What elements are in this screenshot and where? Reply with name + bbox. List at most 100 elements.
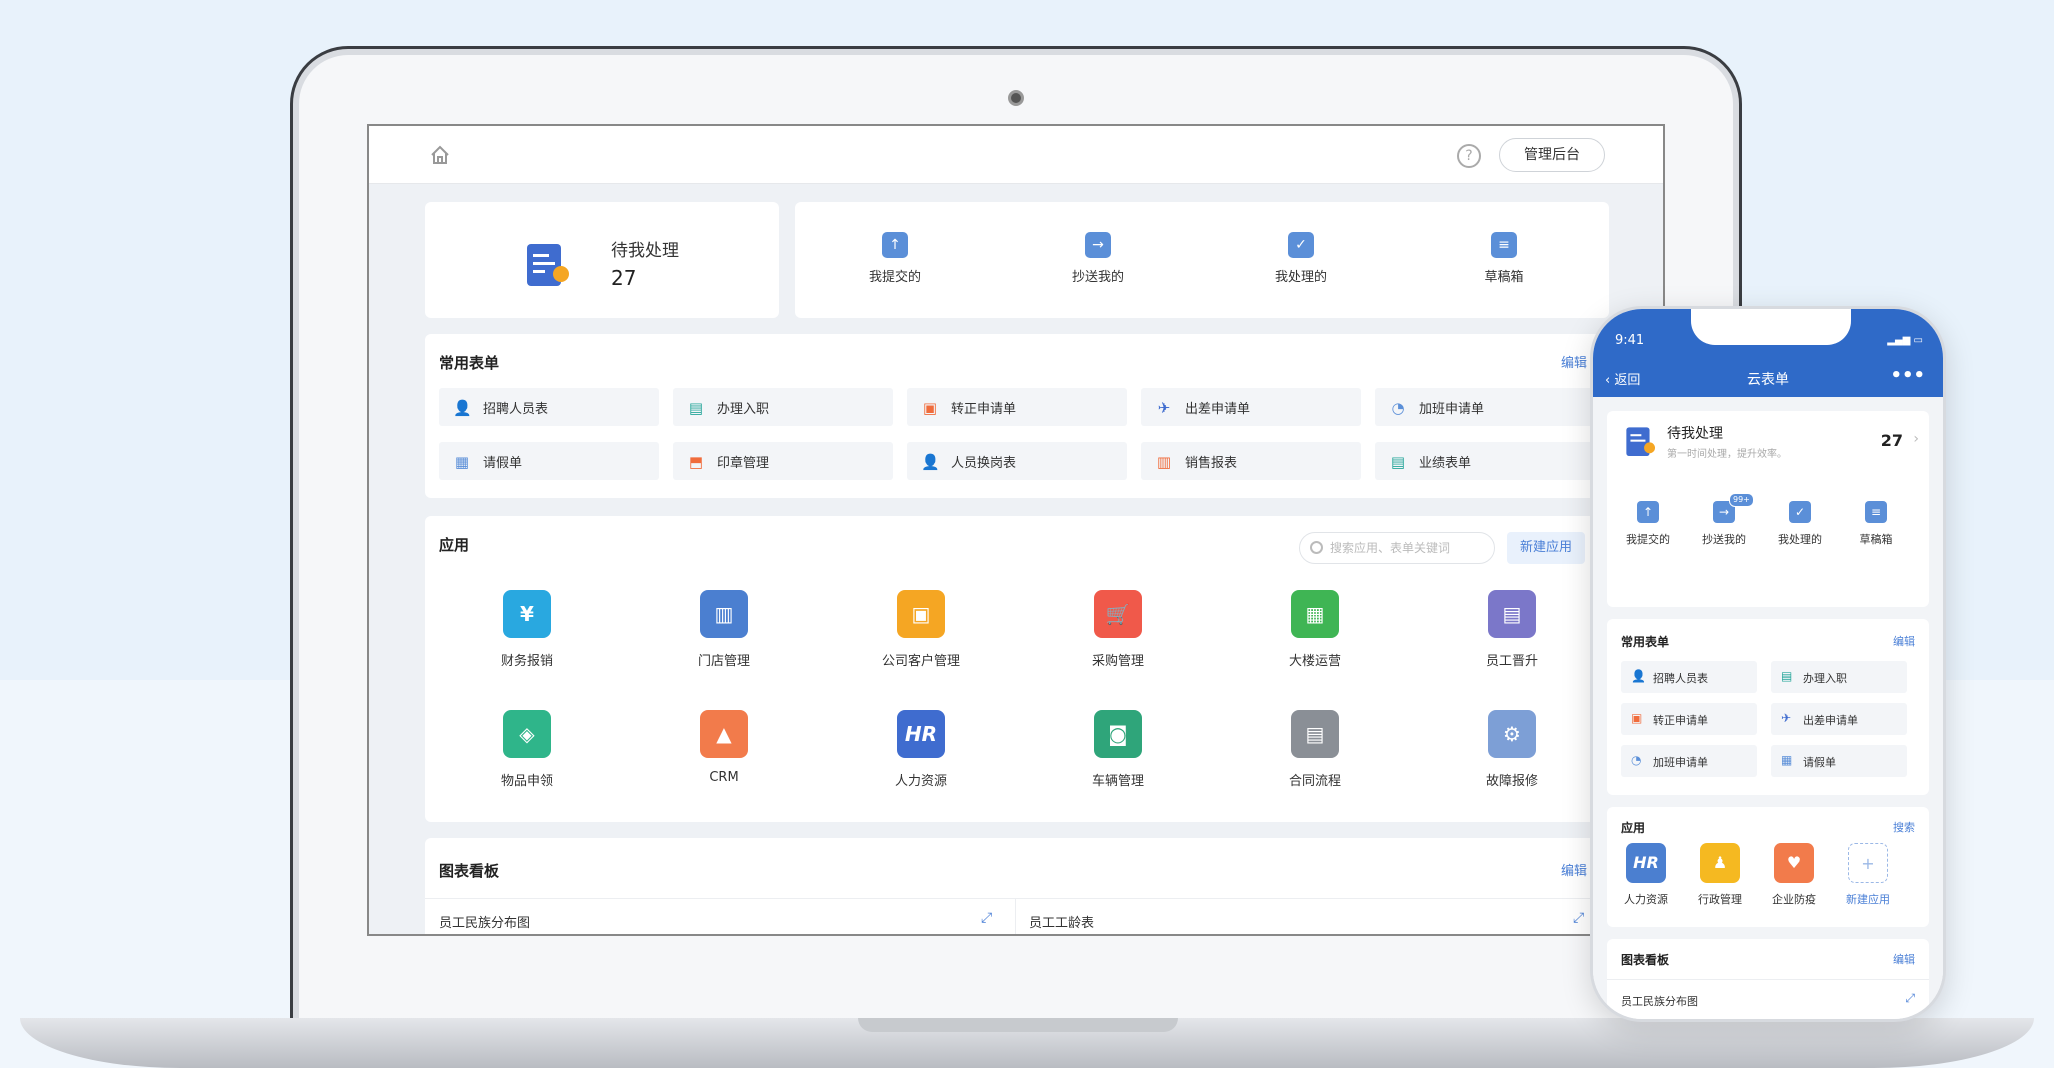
stamp-icon: ⬒: [688, 453, 704, 471]
section-title: 应用: [439, 536, 470, 554]
draft-icon: ≡: [1865, 501, 1887, 523]
app-label: 故障报修: [1485, 774, 1538, 789]
form-item[interactable]: ✈ 出差申请单: [1141, 388, 1361, 426]
app-tile[interactable]: ◈ 物品申领: [467, 710, 587, 789]
admin-console-button[interactable]: 管理后台: [1499, 138, 1605, 172]
new-app-tile[interactable]: + 新建应用: [1833, 843, 1903, 907]
phone-dashboard-edit-link[interactable]: 编辑: [1893, 951, 1915, 967]
expand-icon[interactable]: ⤢: [1573, 910, 1584, 926]
common-forms-card: 常用表单 编辑 👤 招聘人员表 ▤ 办理入职 ▣ 转正申请单 ✈ 出差申请单 ◔ 加班申请…: [425, 334, 1609, 498]
onboard-icon: ▤: [688, 399, 704, 417]
phone-apps-search-link[interactable]: 搜索: [1893, 819, 1915, 835]
phone-pending-row[interactable]: 待我处理 第一时间处理，提升效率。 27 ›: [1607, 411, 1929, 473]
app-search-input[interactable]: 搜索应用、表单关键词: [1299, 532, 1495, 564]
form-item[interactable]: ◔ 加班申请单: [1621, 745, 1757, 777]
admin-person-icon: ♟: [1700, 843, 1740, 883]
form-item[interactable]: ▦ 请假单: [1771, 745, 1907, 777]
quick-label: 我提交的: [1626, 533, 1670, 546]
pending-card[interactable]: 待我处理 27: [425, 202, 779, 318]
repair-gear-icon: ⚙: [1488, 710, 1536, 758]
pie-icon: ◔: [1631, 753, 1642, 767]
form-label: 办理入职: [717, 402, 770, 417]
form-item[interactable]: ▤ 办理入职: [1771, 661, 1907, 693]
pending-title: 待我处理: [611, 241, 679, 261]
laptop-camera: [1008, 90, 1024, 106]
plane-icon: ✈: [1781, 711, 1792, 725]
phone-time: 9:41: [1615, 333, 1645, 348]
phone-forms-edit-link[interactable]: 编辑: [1893, 633, 1915, 649]
hr-icon: HR: [897, 710, 945, 758]
search-placeholder: 搜索应用、表单关键词: [1330, 541, 1451, 555]
app-label: 新建应用: [1846, 893, 1890, 906]
panel-title: 员工工龄表: [1029, 916, 1095, 931]
section-title: 常用表单: [439, 354, 500, 372]
form-item[interactable]: ⬒ 印章管理: [673, 442, 893, 480]
pending-task-icon: [527, 244, 569, 286]
app-tile[interactable]: ▲ CRM: [664, 710, 784, 785]
building-icon: ▦: [1291, 590, 1339, 638]
form-item[interactable]: ▣ 转正申请单: [907, 388, 1127, 426]
draft-icon: ≡: [1491, 232, 1517, 258]
form-item[interactable]: 👤 招聘人员表: [1621, 661, 1757, 693]
form-item[interactable]: ▥ 销售报表: [1141, 442, 1361, 480]
briefcase-icon: ▣: [1631, 711, 1643, 725]
form-item[interactable]: ▤ 办理入职: [673, 388, 893, 426]
more-icon[interactable]: •••: [1890, 365, 1925, 386]
app-tile[interactable]: ▤ 合同流程: [1255, 710, 1375, 789]
app-label: 行政管理: [1698, 893, 1742, 906]
expand-icon[interactable]: ⤢: [1905, 991, 1915, 1006]
form-item[interactable]: 👤 人员换岗表: [907, 442, 1127, 480]
app-tile[interactable]: HR 人力资源: [1611, 843, 1681, 907]
briefcase-icon: ▣: [922, 399, 938, 417]
top-bar: ? 管理后台: [369, 126, 1663, 184]
app-label: 车辆管理: [1091, 774, 1144, 789]
form-item[interactable]: ◔ 加班申请单: [1375, 388, 1595, 426]
quick-drafts[interactable]: ≡ 草稿箱: [1434, 232, 1574, 285]
quick-cc-me[interactable]: → 抄送我的: [1028, 232, 1168, 285]
app-tile[interactable]: ◙ 车辆管理: [1058, 710, 1178, 789]
app-tile[interactable]: ♥ 企业防疫: [1759, 843, 1829, 907]
app-tile[interactable]: 🛒 采购管理: [1058, 590, 1178, 669]
form-item[interactable]: ▦ 请假单: [439, 442, 659, 480]
quick-handled[interactable]: ✓ 我处理的: [1231, 232, 1371, 285]
quick-label: 我处理的: [1778, 533, 1822, 546]
phone-quick-cc-me[interactable]: → 99+ 抄送我的: [1687, 493, 1761, 547]
expand-icon[interactable]: ⤢: [981, 910, 992, 926]
app-tile[interactable]: ♟ 行政管理: [1685, 843, 1755, 907]
phone-quick-submitted[interactable]: ↑ 我提交的: [1611, 501, 1685, 547]
form-label: 出差申请单: [1803, 714, 1858, 727]
phone-apps-card: 应用 搜索 HR 人力资源 ♟ 行政管理 ♥ 企业防疫 + 新建应用: [1607, 807, 1929, 927]
phone-quick-drafts[interactable]: ≡ 草稿箱: [1839, 501, 1913, 547]
section-title: 图表看板: [1621, 953, 1670, 967]
hr-icon: HR: [1626, 843, 1666, 883]
form-item[interactable]: ✈ 出差申请单: [1771, 703, 1907, 735]
form-label: 转正申请单: [1653, 714, 1708, 727]
quick-label: 我处理的: [1274, 270, 1327, 285]
form-label: 办理入职: [1803, 672, 1847, 685]
app-tile[interactable]: HR 人力资源: [861, 710, 981, 789]
home-icon[interactable]: [429, 144, 451, 166]
crm-chart-icon: ▲: [700, 710, 748, 758]
phone-quick-handled[interactable]: ✓ 我处理的: [1763, 501, 1837, 547]
app-tile[interactable]: ▤ 员工晋升: [1452, 590, 1572, 669]
quick-submitted[interactable]: ↑ 我提交的: [825, 232, 965, 285]
check-glyph: ✓: [1794, 505, 1806, 519]
form-item[interactable]: ▤ 业绩表单: [1375, 442, 1595, 480]
app-tile[interactable]: ▥ 门店管理: [664, 590, 784, 669]
app-tile[interactable]: ▦ 大楼运营: [1255, 590, 1375, 669]
new-app-button[interactable]: 新建应用: [1507, 532, 1585, 564]
check-icon: ✓: [1288, 232, 1314, 258]
form-item[interactable]: 👤 招聘人员表: [439, 388, 659, 426]
forward-icon: →: [1085, 232, 1111, 258]
form-item[interactable]: ▣ 转正申请单: [1621, 703, 1757, 735]
phone-pending-count: 27: [1880, 431, 1903, 450]
app-tile[interactable]: ▣ 公司客户管理: [861, 590, 981, 669]
dashboard-edit-link[interactable]: 编辑: [1561, 860, 1587, 879]
car-icon: ◙: [1094, 710, 1142, 758]
forms-edit-link[interactable]: 编辑: [1561, 352, 1587, 371]
app-label: CRM: [709, 770, 739, 785]
app-tile[interactable]: ⚙ 故障报修: [1452, 710, 1572, 789]
app-tile[interactable]: ¥ 财务报销: [467, 590, 587, 669]
section-title: 图表看板: [439, 862, 500, 880]
help-icon[interactable]: ?: [1457, 144, 1481, 168]
